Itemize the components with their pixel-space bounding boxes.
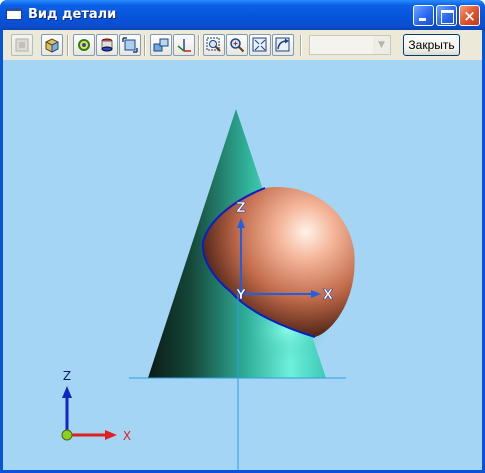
toolbar-separator — [198, 35, 200, 56]
rotate-view-button[interactable] — [73, 34, 95, 56]
close-window-button[interactable]: × — [459, 5, 480, 26]
axis-icon — [177, 39, 191, 52]
close-button[interactable]: Закрыть — [403, 34, 460, 56]
toolbar-separator — [144, 35, 146, 56]
triad-axis-z-label: Z — [63, 369, 71, 383]
pan-icon — [101, 38, 113, 52]
orientation-triad — [61, 386, 117, 441]
zoom-previous-button[interactable] — [272, 34, 294, 56]
zoom-window-button[interactable] — [203, 34, 225, 56]
window-icon — [6, 8, 22, 20]
view-orientation-button[interactable] — [150, 34, 172, 56]
zoom-fit-icon — [252, 37, 267, 52]
toolbar-separator — [300, 35, 302, 56]
zoom-in-button[interactable] — [226, 34, 248, 56]
3d-viewport[interactable]: Z Y X Z X — [3, 60, 482, 470]
view-select[interactable]: ▼ — [309, 35, 391, 55]
part-axis-z-label: Z — [236, 201, 245, 216]
fit-view-button[interactable] — [119, 34, 141, 56]
display-mode-button[interactable] — [11, 34, 33, 56]
toolbar-separator — [67, 35, 69, 56]
zoom-fit-button[interactable] — [249, 34, 271, 56]
window-client-area: ▼ Закрыть Z Y X Z X — [3, 30, 482, 470]
pan-view-button[interactable] — [96, 34, 118, 56]
solid-view-button[interactable] — [41, 34, 63, 56]
toolbar: ▼ Закрыть — [3, 30, 482, 60]
solid-box-icon — [45, 38, 59, 53]
close-icon: × — [463, 7, 476, 25]
zoom-window-icon — [206, 37, 221, 52]
orientation-icon — [153, 38, 169, 52]
fit-icon — [122, 37, 138, 53]
zoom-previous-icon — [275, 37, 290, 52]
triad-axis-x-label: X — [123, 429, 131, 443]
maximize-button[interactable] — [436, 5, 457, 26]
part-axis-x-label: X — [323, 288, 333, 303]
title-bar[interactable]: Вид детали × — [0, 0, 485, 30]
rotate-icon — [78, 39, 90, 51]
minimize-button[interactable] — [413, 5, 434, 26]
window-title: Вид детали — [28, 7, 117, 22]
display-icon — [15, 38, 29, 52]
model-scene[interactable]: Z Y X Z X — [3, 60, 482, 470]
axis-view-button[interactable] — [173, 34, 195, 56]
chevron-down-icon[interactable]: ▼ — [373, 36, 390, 54]
detail-view-window: Вид детали × ▼ Закрыть Z Y X Z X — [0, 0, 485, 473]
part-axis-y-label: Y — [235, 288, 246, 303]
zoom-icon — [230, 38, 245, 53]
